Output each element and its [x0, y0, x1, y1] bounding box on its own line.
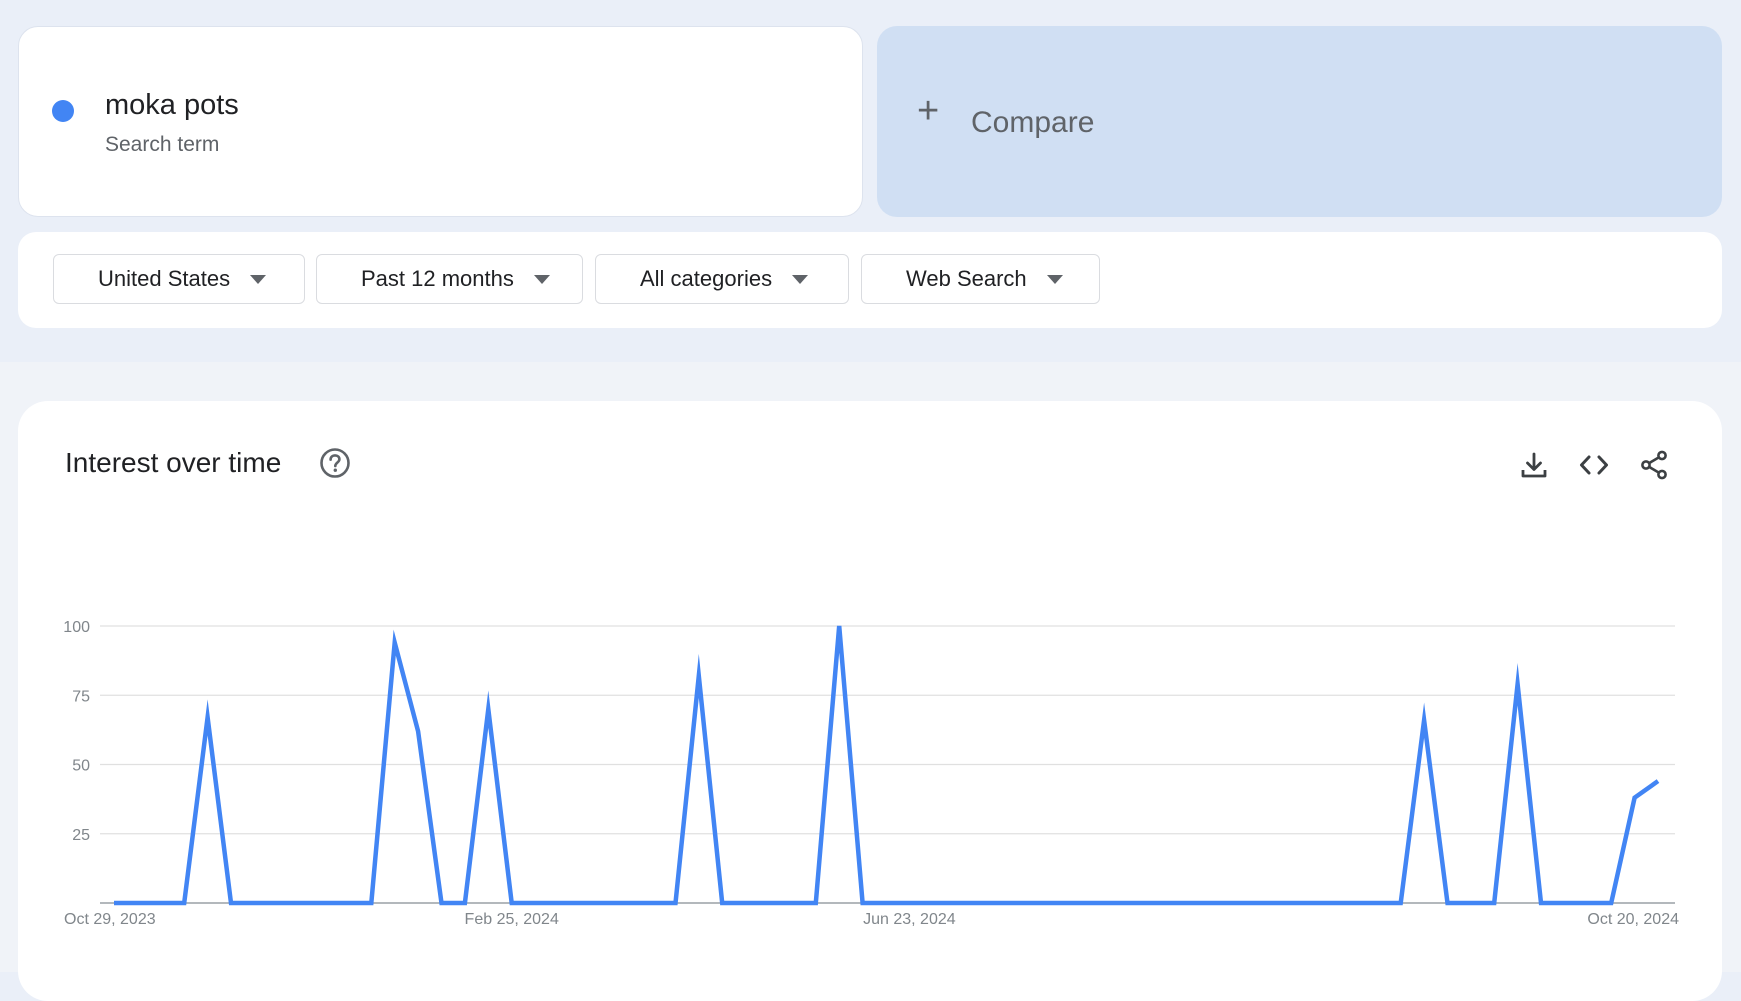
- x-tick-label: Jun 23, 2024: [863, 911, 956, 928]
- y-tick-label: 25: [72, 827, 90, 844]
- interest-over-time-chart: 100 75 50 25 Oct 29, 2023 Feb 25, 2024 Jun 23,…: [63, 619, 1679, 928]
- x-tick-label: Oct 29, 2023: [64, 911, 156, 928]
- y-tick-label: 75: [72, 688, 90, 705]
- x-tick-label: Oct 20, 2024: [1587, 911, 1679, 928]
- y-tick-label: 50: [72, 758, 90, 775]
- y-tick-label: 100: [63, 619, 90, 636]
- x-tick-label: Feb 25, 2024: [465, 911, 559, 928]
